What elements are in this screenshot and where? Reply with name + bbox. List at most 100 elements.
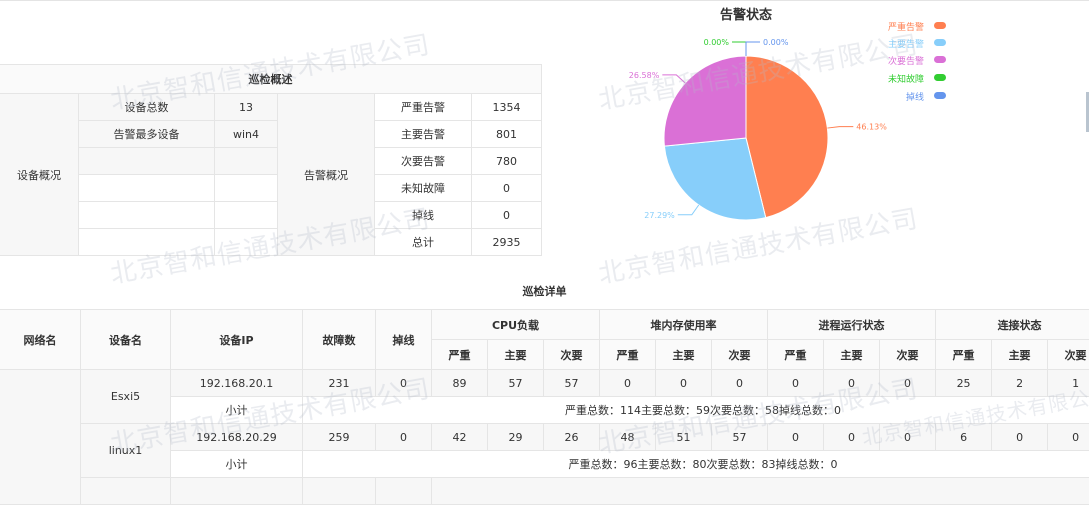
header-device: 设备名 [81,310,171,370]
process-minor-cell: 0 [880,424,936,451]
subtotal-label: 小计 [171,397,303,424]
connection-major-cell: 0 [992,424,1048,451]
subtotal-label: 小计 [171,451,303,478]
top-divider [0,0,1089,1]
header-heap: 堆内存使用率 [600,310,768,340]
faults-cell: 231 [303,370,376,397]
pie-data-label-zero-1: 0.00% [763,38,789,47]
pie-label-line-0 [827,127,853,128]
most-alarm-device-label: 告警最多设备 [79,121,215,148]
pie-data-label-2: 26.58% [629,71,660,80]
subheader-major: 主要 [824,340,880,370]
pie-label-line-1 [678,205,699,215]
device-total-value: 13 [215,94,278,121]
header-offline: 掉线 [376,310,432,370]
offline-cell: 0 [376,424,432,451]
pie-data-label-zero-0: 0.00% [704,38,730,47]
heap-major-cell: 0 [656,370,712,397]
alarm-offline-value: 0 [472,202,542,229]
heap-severe-cell: 0 [600,370,656,397]
pie-data-label-0: 46.13% [856,123,887,132]
legend-label: 未知故障 [888,72,924,85]
process-severe-cell: 0 [768,424,824,451]
legend-swatch-icon [934,22,946,29]
subheader-minor: 次要 [712,340,768,370]
alarm-severe-value: 1354 [472,94,542,121]
process-minor-cell: 0 [880,370,936,397]
header-connection: 连接状态 [936,310,1089,340]
pie-slice-2[interactable] [664,56,746,146]
device-ip-cell: 192.168.20.29 [171,424,303,451]
empty-cell [303,478,376,505]
table-row: linux1 192.168.20.29 259 0 42 29 26 48 5… [0,424,1089,451]
empty-cell [215,148,278,175]
pie-label-line-zero-0 [732,42,746,56]
process-severe-cell: 0 [768,370,824,397]
subheader-minor: 次要 [880,340,936,370]
table-row: Esxi5 192.168.20.1 231 0 89 57 57 0 0 0 … [0,370,1089,397]
detail-title: 巡检详单 [0,283,1089,299]
alarm-major-label: 主要告警 [375,121,472,148]
alarm-minor-value: 780 [472,148,542,175]
pie-label-line-zero-1 [746,42,760,56]
heap-severe-cell: 48 [600,424,656,451]
empty-cell [79,202,215,229]
cpu-minor-cell: 57 [544,370,600,397]
header-process: 进程运行状态 [768,310,936,340]
device-name-cell: Esxi5 [81,370,171,424]
alarm-minor-label: 次要告警 [375,148,472,175]
pie-data-label-1: 27.29% [644,211,675,220]
subheader-severe: 严重 [936,340,992,370]
alarm-severe-label: 严重告警 [375,94,472,121]
connection-minor-cell: 0 [1048,424,1089,451]
subheader-minor: 次要 [544,340,600,370]
subheader-major: 主要 [992,340,1048,370]
cpu-minor-cell: 26 [544,424,600,451]
offline-cell: 0 [376,370,432,397]
header-faults: 故障数 [303,310,376,370]
device-overview-label: 设备概况 [0,94,79,256]
subtotal-text: 严重总数：114主要总数：59次要总数：58掉线总数：0 [303,397,1089,424]
empty-cell [79,229,215,256]
network-name-cell [0,370,81,505]
empty-cell [215,202,278,229]
alarm-total-value: 2935 [472,229,542,256]
legend-swatch-icon [934,56,946,63]
device-total-label: 设备总数 [79,94,215,121]
subtotal-text: 严重总数：96主要总数：80次要总数：83掉线总数：0 [303,451,1089,478]
alarm-unknown-value: 0 [472,175,542,202]
heap-minor-cell: 0 [712,370,768,397]
most-alarm-device-value: win4 [215,121,278,148]
table-row [0,478,1089,505]
empty-cell [215,175,278,202]
alarm-offline-label: 掉线 [375,202,472,229]
heap-minor-cell: 57 [712,424,768,451]
inspection-summary-table: 巡检概述 设备概况 设备总数 13 告警概况 严重告警 1354 告警最多设备 … [0,64,542,256]
empty-cell [79,175,215,202]
inspection-detail-table: 网络名 设备名 设备IP 故障数 掉线 CPU负载 堆内存使用率 进程运行状态 … [0,309,1089,505]
empty-cell [376,478,432,505]
alarm-major-value: 801 [472,121,542,148]
cpu-major-cell: 29 [488,424,544,451]
connection-minor-cell: 1 [1048,370,1089,397]
subheader-severe: 严重 [600,340,656,370]
legend-label: 主要告警 [888,37,924,50]
pie-label-line-2 [662,75,685,83]
legend-swatch-icon [934,92,946,99]
empty-cell [215,229,278,256]
legend-label: 掉线 [906,90,924,103]
device-name-cell: linux1 [81,424,171,478]
heap-major-cell: 51 [656,424,712,451]
empty-cell [81,478,171,505]
legend-swatch-icon [934,74,946,81]
device-ip-cell: 192.168.20.1 [171,370,303,397]
header-cpu: CPU负载 [432,310,600,340]
alarm-overview-label: 告警概况 [278,94,375,256]
subheader-major: 主要 [656,340,712,370]
empty-cell [432,478,1089,505]
faults-cell: 259 [303,424,376,451]
connection-severe-cell: 25 [936,370,992,397]
alarm-total-label: 总计 [375,229,472,256]
legend-label: 严重告警 [888,20,924,33]
alarm-status-pie-chart: 46.13% 27.29% 26.58% 0.00% 0.00% [600,20,890,235]
